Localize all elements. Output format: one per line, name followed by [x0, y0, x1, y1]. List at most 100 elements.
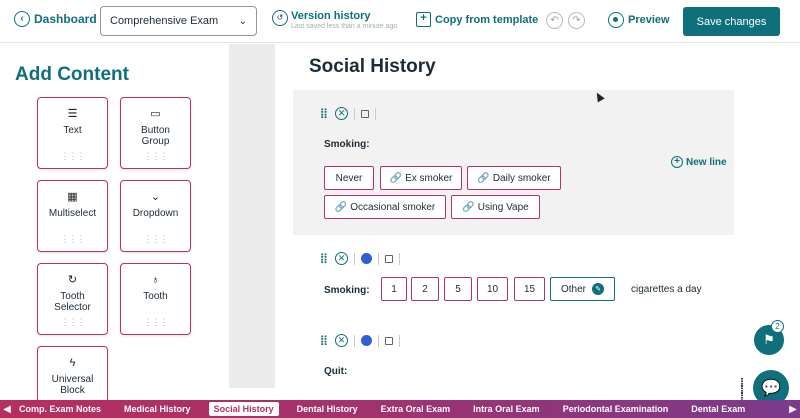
eye-icon	[608, 12, 624, 28]
lightning-icon: ϟ	[69, 357, 76, 369]
divider	[378, 252, 379, 265]
tab-comp-exam-notes[interactable]: Comp. Exam Notes	[14, 402, 106, 416]
divider	[378, 334, 379, 347]
tab-periodontal-examination[interactable]: Periodontal Examination	[558, 402, 674, 416]
drag-handle-icon[interactable]: ⋮⋮⋮	[38, 234, 107, 245]
option-label: Occasional smoker	[350, 201, 436, 213]
option-button[interactable]: 1	[381, 277, 407, 301]
preview-button[interactable]: Preview	[608, 12, 670, 28]
option-button[interactable]: 15	[514, 277, 545, 301]
tab-social-history[interactable]: Social History	[208, 402, 279, 416]
copy-from-template-button[interactable]: + Copy from template	[416, 12, 538, 27]
notification-count-badge: 2	[771, 320, 784, 333]
chevron-down-icon: ⌄	[150, 191, 161, 203]
copy-icon: +	[416, 12, 431, 27]
tile-label: Button Group	[141, 125, 170, 147]
link-icon[interactable]	[361, 335, 372, 346]
block-controls: ⁞⁞ ✕	[320, 107, 376, 120]
undo-icon: ↶	[550, 15, 559, 26]
option-button[interactable]: 10	[477, 277, 508, 301]
option-button[interactable]: 🔗 Occasional smoker	[324, 195, 446, 219]
drag-handle-icon[interactable]: ⋮⋮⋮	[38, 317, 107, 328]
exam-type-select[interactable]: Comprehensive Exam ⌄	[100, 6, 257, 36]
drag-handle-icon[interactable]: ⁞⁞	[320, 107, 329, 120]
option-button[interactable]: 🔗 Ex smoker	[380, 166, 462, 190]
last-saved-text: Last saved less than a minute ago	[291, 23, 398, 30]
tile-tooth[interactable]: ♁ Tooth ⋮⋮⋮	[120, 263, 191, 335]
exam-select-value: Comprehensive Exam	[110, 15, 219, 27]
option-button[interactable]: 🔗 Daily smoker	[467, 166, 561, 190]
tab-extra-oral-exam[interactable]: Extra Oral Exam	[376, 402, 456, 416]
required-checkbox[interactable]	[385, 336, 393, 345]
version-history-button[interactable]: ↺ Version history Last saved less than a…	[272, 10, 397, 30]
version-history-label: Version history	[291, 10, 371, 22]
tooth-icon: ♁	[151, 274, 160, 286]
new-line-label: New line	[686, 156, 727, 168]
tile-universal-block[interactable]: ϟ Universal Block	[37, 346, 108, 400]
undo-button[interactable]: ↶	[546, 12, 563, 29]
divider	[399, 334, 400, 347]
remove-block-button[interactable]: ✕	[335, 107, 348, 120]
dashboard-back-button[interactable]: ‹ Dashboard	[14, 11, 97, 27]
other-option-button[interactable]: Other ✎	[550, 277, 615, 301]
option-button[interactable]: 5	[444, 277, 472, 301]
plus-icon: +	[671, 156, 683, 168]
tile-tooth-selector[interactable]: ↻ Tooth Selector ⋮⋮⋮	[37, 263, 108, 335]
new-line-button[interactable]: + New line	[671, 156, 727, 168]
option-label: Daily smoker	[492, 172, 551, 184]
tab-dental-exam[interactable]: Dental Exam	[686, 402, 750, 416]
tile-multiselect[interactable]: ▦ Multiselect ⋮⋮⋮	[37, 180, 108, 252]
tabs-scroll-right-icon[interactable]: ▶	[786, 404, 800, 415]
link-icon: 🔗	[334, 201, 348, 213]
link-icon[interactable]	[361, 253, 372, 264]
drag-handle-icon[interactable]: ⁞ ⁞ ⁞	[740, 377, 748, 403]
option-button[interactable]: Never	[324, 166, 374, 190]
required-checkbox[interactable]	[385, 254, 393, 263]
redo-button[interactable]: ↷	[568, 12, 585, 29]
tile-label: Universal Block	[51, 374, 94, 396]
divider	[399, 252, 400, 265]
tile-button-group[interactable]: ▭ Button Group ⋮⋮⋮	[120, 97, 191, 169]
drag-handle-icon[interactable]: ⋮⋮⋮	[121, 234, 190, 245]
remove-block-button[interactable]: ✕	[335, 252, 348, 265]
option-button[interactable]: 🔗 Using Vape	[451, 195, 540, 219]
tab-dental-history[interactable]: Dental History	[292, 402, 363, 416]
drag-handle-icon[interactable]: ⁞⁞	[320, 252, 329, 265]
divider	[354, 334, 355, 347]
block-label: Quit:	[324, 366, 348, 377]
tile-label: Text	[63, 125, 82, 136]
option-label: Never	[335, 172, 363, 184]
tile-text[interactable]: ☰ Text ⋮⋮⋮	[37, 97, 108, 169]
drag-handle-icon[interactable]: ⋮⋮⋮	[121, 151, 190, 162]
refresh-icon: ↻	[67, 274, 78, 286]
drag-handle-icon[interactable]: ⋮⋮⋮	[38, 151, 107, 162]
link-icon: 🔗	[462, 201, 475, 213]
drag-handle-icon[interactable]: ⋮⋮⋮	[121, 317, 190, 328]
chevron-left-icon: ‹	[14, 11, 30, 27]
flag-icon: ⚑	[763, 332, 775, 347]
save-changes-button[interactable]: Save changes	[683, 7, 780, 36]
block-label: Smoking:	[324, 139, 370, 150]
divider	[354, 252, 355, 265]
chevron-down-icon: ⌄	[238, 15, 247, 27]
block-label: Smoking:	[324, 285, 370, 296]
option-label: 15	[523, 283, 536, 295]
option-label: Ex smoker	[405, 172, 453, 184]
chat-bubble-icon: 💬	[761, 380, 781, 397]
tabs-scroll-left-icon[interactable]: ◀	[0, 404, 14, 415]
tab-medical-history[interactable]: Medical History	[119, 402, 196, 416]
tab-intra-oral-exam[interactable]: Intra Oral Exam	[468, 402, 545, 416]
required-checkbox[interactable]	[361, 109, 369, 118]
tile-dropdown[interactable]: ⌄ Dropdown ⋮⋮⋮	[120, 180, 191, 252]
option-label: 5	[455, 283, 461, 295]
top-toolbar: ‹ Dashboard Comprehensive Exam ⌄ ↺ Versi…	[0, 0, 800, 43]
text-lines-icon: ☰	[67, 108, 78, 120]
remove-block-button[interactable]: ✕	[335, 334, 348, 347]
suffix-text: cigarettes a day	[631, 284, 702, 295]
history-icon: ↺	[272, 10, 288, 26]
option-label: 2	[422, 283, 428, 295]
option-button[interactable]: 2	[411, 277, 439, 301]
drag-handle-icon[interactable]: ⁞⁞	[320, 334, 329, 347]
link-icon: 🔗	[389, 172, 403, 184]
copy-template-label: Copy from template	[435, 13, 539, 26]
